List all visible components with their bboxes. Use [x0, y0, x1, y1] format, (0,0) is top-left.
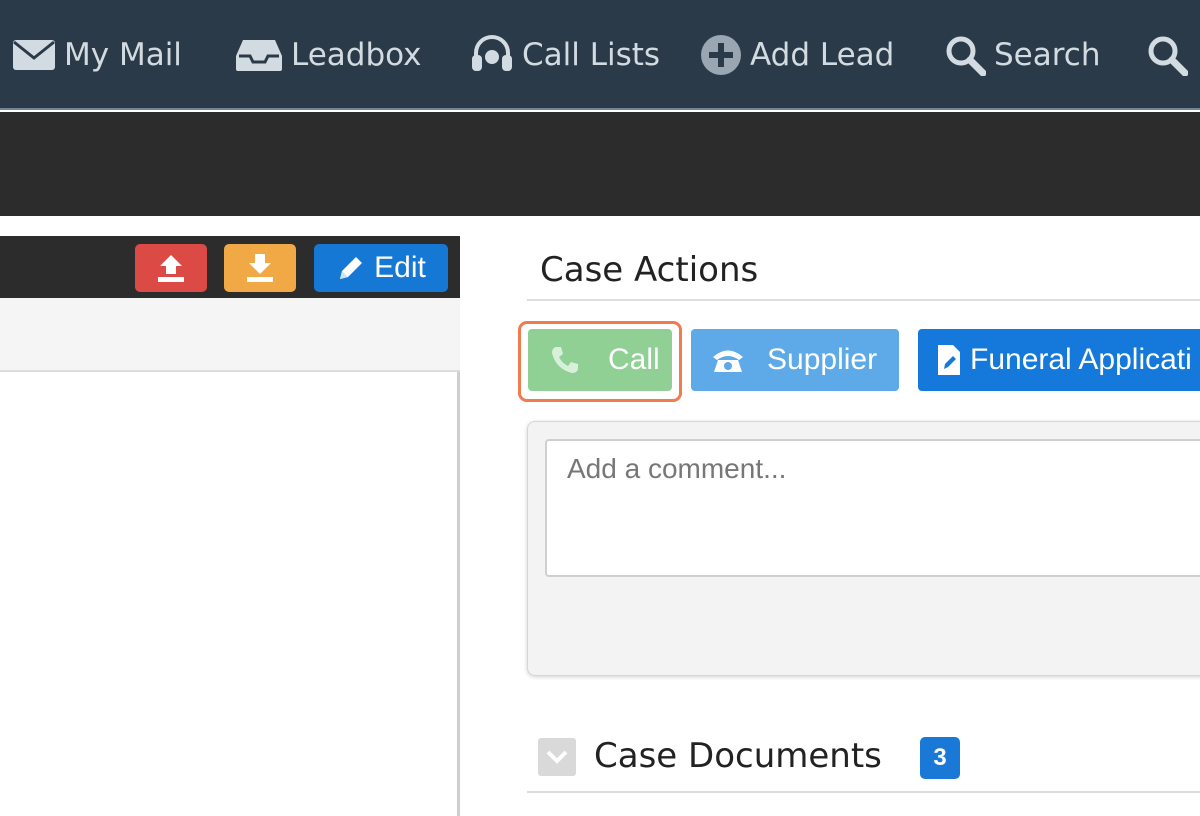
download-button[interactable] [224, 244, 296, 292]
record-panel-subheader [0, 298, 460, 372]
nav-item-search[interactable]: Search [944, 0, 1101, 110]
case-actions-title: Case Actions [540, 250, 759, 290]
download-icon [247, 254, 273, 282]
nav-label: Leadbox [291, 37, 422, 73]
case-documents-title: Case Documents [594, 736, 882, 776]
nav-item-my-mail[interactable]: My Mail [12, 0, 182, 110]
funeral-application-label: Funeral Applicati [970, 343, 1192, 376]
nav-label: Search [994, 37, 1101, 73]
case-documents-toggle[interactable] [538, 738, 576, 776]
call-label: Call [608, 343, 660, 376]
chevron-down-icon [546, 750, 568, 764]
inbox-tray-icon [236, 40, 282, 71]
divider [527, 299, 1200, 301]
upload-icon [158, 255, 184, 282]
nav-item-leadbox[interactable]: Leadbox [235, 0, 422, 110]
nav-label: My Mail [64, 37, 182, 73]
secondary-bar [0, 112, 1200, 216]
funeral-application-button[interactable]: Funeral Applicati [918, 329, 1200, 391]
comment-input[interactable] [545, 439, 1200, 577]
search-icon [1148, 36, 1188, 76]
top-navbar: My Mail Leadbox Call Lists Add Lead Sear… [0, 0, 1200, 110]
rotary-phone-icon [713, 350, 743, 372]
supplier-button[interactable]: Supplier [691, 329, 899, 391]
envelope-icon [13, 40, 55, 70]
plus-circle-icon [701, 35, 741, 75]
upload-button[interactable] [135, 244, 207, 292]
edit-label: Edit [374, 251, 426, 284]
document-edit-icon [938, 345, 960, 375]
call-button[interactable]: Call [528, 329, 672, 391]
record-panel: Edit [0, 236, 460, 816]
nav-item-add-lead[interactable]: Add Lead [700, 0, 894, 110]
nav-item-call-lists[interactable]: Call Lists [470, 0, 660, 110]
case-documents-count-badge: 3 [920, 737, 960, 779]
headset-icon [472, 35, 512, 71]
pencil-icon [340, 257, 363, 279]
supplier-label: Supplier [767, 343, 878, 376]
search-icon [946, 36, 986, 76]
nav-label: Call Lists [522, 37, 661, 73]
edit-button[interactable]: Edit [314, 244, 448, 292]
divider [527, 791, 1200, 793]
nav-item-search-2[interactable] [1146, 0, 1188, 110]
nav-label: Add Lead [750, 37, 895, 73]
record-panel-header: Edit [0, 236, 460, 298]
phone-icon [552, 347, 578, 373]
